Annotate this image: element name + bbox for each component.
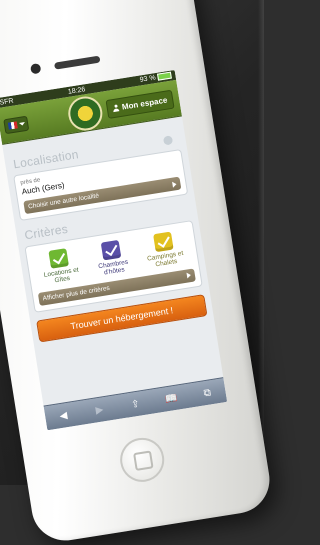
criterion-label: Locations et Gîtes [43, 266, 80, 285]
criterion-label: Chambres d'hôtes [97, 258, 129, 277]
front-camera-icon [29, 62, 42, 75]
chevron-right-icon [171, 180, 177, 188]
earpiece-speaker [53, 55, 101, 70]
my-account-button[interactable]: Mon espace [105, 89, 175, 119]
criterion-campsites[interactable]: Campings et Chalets [138, 229, 191, 271]
main-content: Localisation près de Auch (Gers) Choisir… [2, 116, 213, 343]
language-selector[interactable] [3, 115, 30, 135]
back-icon[interactable]: ◀ [56, 409, 72, 422]
chevron-down-icon [18, 122, 25, 127]
change-locality-label: Choisir une autre localité [27, 192, 100, 211]
bookmarks-icon[interactable]: 📖 [164, 392, 180, 405]
app-logo[interactable] [65, 94, 105, 133]
yellow-check-icon [152, 231, 174, 253]
home-button[interactable] [117, 434, 168, 486]
french-flag-icon [7, 121, 18, 130]
criterion-rentals[interactable]: Locations et Gîtes [34, 246, 87, 288]
browser-toolbar: ◀ ▶ ⇪ 📖 ⧉ [43, 377, 228, 431]
purple-check-icon [100, 239, 122, 261]
criterion-guesthouses[interactable]: Chambres d'hôtes [86, 238, 139, 280]
forward-icon[interactable]: ▶ [92, 403, 108, 416]
tabs-icon[interactable]: ⧉ [199, 386, 215, 399]
battery-icon [157, 71, 172, 82]
green-check-icon [48, 248, 70, 269]
criterion-label: Campings et Chalets [146, 249, 184, 269]
share-icon[interactable]: ⇪ [128, 398, 144, 411]
chevron-right-icon [186, 272, 192, 279]
more-criteria-label: Afficher plus de critères [42, 284, 111, 303]
person-icon [113, 104, 120, 112]
my-account-label: Mon espace [121, 95, 168, 112]
phone-screen: SFR 18:26 93 % Mon espace Localisation p… [0, 69, 228, 431]
